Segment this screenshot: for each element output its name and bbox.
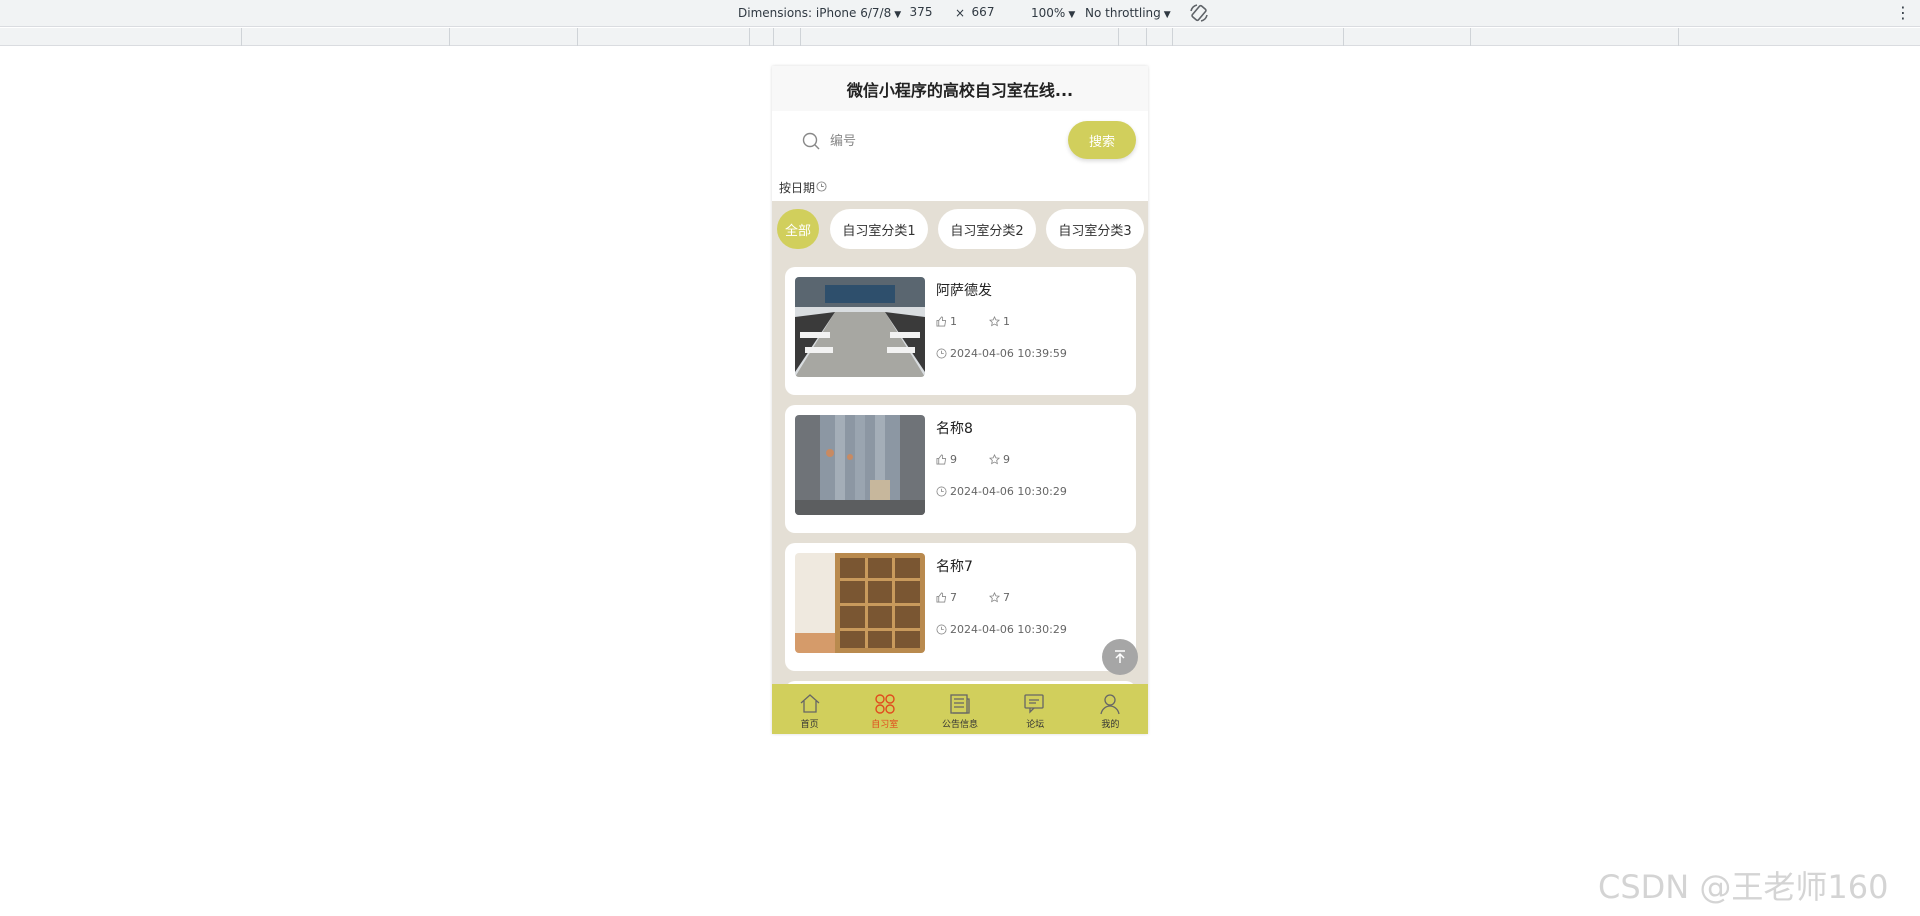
clock-icon xyxy=(936,624,947,635)
device-label: Dimensions: iPhone 6/7/8 xyxy=(738,6,892,20)
list-item[interactable]: 名称8 9 9 2024-04-06 10:30:29 xyxy=(785,405,1136,533)
timestamp: 2024-04-06 10:30:29 xyxy=(936,485,1067,498)
width-input[interactable]: 375 xyxy=(897,5,945,22)
tabbar-label: 首页 xyxy=(800,720,819,730)
favorites-count: 7 xyxy=(1003,591,1010,604)
tabbar-item-study-room[interactable]: 自习室 xyxy=(847,684,922,734)
star-icon xyxy=(989,592,1000,603)
sort-by-date[interactable]: 按日期 xyxy=(772,171,1148,201)
timestamp: 2024-04-06 10:30:29 xyxy=(936,623,1067,636)
devtools-toolbar: Dimensions: iPhone 6/7/8 ▼ 375 × 667 100%… xyxy=(0,0,1920,27)
favorites: 9 xyxy=(989,453,1010,466)
likes-count: 1 xyxy=(950,315,957,328)
favorites-count: 9 xyxy=(1003,453,1010,466)
likes: 9 xyxy=(936,453,957,466)
zoom-select[interactable]: 100% ▼ xyxy=(1031,6,1075,20)
watermark: CSDN @王老师160 xyxy=(1598,868,1889,906)
search-bar: 搜索 xyxy=(772,111,1148,171)
thumbs-up-icon xyxy=(936,454,947,465)
tabbar-label: 论坛 xyxy=(1026,720,1045,730)
ruler-segment[interactable] xyxy=(1470,28,1471,46)
room-name: 名称7 xyxy=(936,559,973,575)
device-dimensions-select[interactable]: Dimensions: iPhone 6/7/8 ▼ xyxy=(738,6,901,20)
tabbar-label: 自习室 xyxy=(871,720,899,730)
likes: 7 xyxy=(936,591,957,604)
clock-icon xyxy=(936,348,947,359)
clover-icon xyxy=(875,694,895,714)
room-thumbnail xyxy=(795,415,925,515)
tabbar-label: 公告信息 xyxy=(942,720,979,730)
ruler-segment[interactable] xyxy=(1343,28,1344,46)
page-title: 微信小程序的高校自习室在线... xyxy=(772,66,1148,111)
tabbar-label: 我的 xyxy=(1101,720,1120,730)
tab-category-1[interactable]: 自习室分类1 xyxy=(830,209,928,249)
likes: 1 xyxy=(936,315,957,328)
list-item[interactable]: 名称7 7 7 2024-04-06 10:30:29 xyxy=(785,543,1136,671)
clock-icon xyxy=(816,181,827,192)
favorites-count: 1 xyxy=(1003,315,1010,328)
throttling-select[interactable]: No throttling ▼ xyxy=(1085,6,1171,20)
star-icon xyxy=(989,316,1000,327)
list-item[interactable]: 阿萨德发 1 1 2024-04-06 10:39:59 xyxy=(785,267,1136,395)
ruler-segment[interactable] xyxy=(800,28,801,46)
search-button[interactable]: 搜索 xyxy=(1068,121,1136,159)
room-name: 名称8 xyxy=(936,421,973,437)
caret-down-icon: ▼ xyxy=(1068,10,1076,20)
back-to-top-button[interactable] xyxy=(1102,639,1138,675)
star-icon xyxy=(989,454,1000,465)
caret-down-icon: ▼ xyxy=(1163,10,1171,20)
sort-label: 按日期 xyxy=(779,181,816,195)
newspaper-icon xyxy=(950,694,970,714)
ruler-segment[interactable] xyxy=(241,28,242,46)
ruler-segment[interactable] xyxy=(1118,28,1119,46)
home-icon xyxy=(800,694,820,713)
thumbs-up-icon xyxy=(936,592,947,603)
room-name: 阿萨德发 xyxy=(936,283,992,299)
likes-count: 9 xyxy=(950,453,957,466)
ruler-segment[interactable] xyxy=(749,28,750,46)
ruler-segment[interactable] xyxy=(1678,28,1679,46)
zoom-label: 100% xyxy=(1031,6,1066,20)
search-icon xyxy=(802,132,820,150)
throttling-label: No throttling xyxy=(1085,6,1161,20)
favorites: 1 xyxy=(989,315,1010,328)
timestamp-text: 2024-04-06 10:30:29 xyxy=(950,623,1067,636)
tabbar-item-forum[interactable]: 论坛 xyxy=(998,684,1073,734)
timestamp-text: 2024-04-06 10:30:29 xyxy=(950,485,1067,498)
room-thumbnail xyxy=(795,277,925,377)
ruler-segment[interactable] xyxy=(1172,28,1173,46)
timestamp-text: 2024-04-06 10:39:59 xyxy=(950,347,1067,360)
ruler-segment[interactable] xyxy=(773,28,774,46)
clock-icon xyxy=(936,486,947,497)
tabbar-item-mine[interactable]: 我的 xyxy=(1073,684,1148,734)
phone-viewport: 微信小程序的高校自习室在线... 搜索 按日期 全部 自习室分类1 自习室分类2… xyxy=(772,66,1148,734)
ruler-segment[interactable] xyxy=(1146,28,1147,46)
bottom-tabbar: 首页 自习室 公告信息 论坛 我的 xyxy=(772,684,1148,734)
user-icon xyxy=(1100,694,1121,715)
tab-all[interactable]: 全部 xyxy=(777,209,819,249)
arrow-up-icon xyxy=(1115,650,1125,663)
timestamp: 2024-04-06 10:39:59 xyxy=(936,347,1067,360)
media-query-ruler xyxy=(0,28,1920,46)
ruler-segment[interactable] xyxy=(449,28,450,46)
tab-category-3[interactable]: 自习室分类3 xyxy=(1046,209,1144,249)
search-input[interactable] xyxy=(830,130,1050,152)
chat-icon xyxy=(1024,694,1044,714)
favorites: 7 xyxy=(989,591,1010,604)
category-tabs: 全部 自习室分类1 自习室分类2 自习室分类3 xyxy=(772,209,1148,249)
rotate-icon[interactable] xyxy=(1188,2,1210,24)
thumbs-up-icon xyxy=(936,316,947,327)
room-thumbnail xyxy=(795,553,925,653)
tabbar-item-home[interactable]: 首页 xyxy=(772,684,847,734)
tabbar-item-announcements[interactable]: 公告信息 xyxy=(922,684,997,734)
tab-category-2[interactable]: 自习室分类2 xyxy=(938,209,1036,249)
more-vert-icon[interactable]: ⋮ xyxy=(1895,3,1911,22)
likes-count: 7 xyxy=(950,591,957,604)
height-input[interactable]: 667 xyxy=(959,5,1007,22)
ruler-segment[interactable] xyxy=(577,28,578,46)
